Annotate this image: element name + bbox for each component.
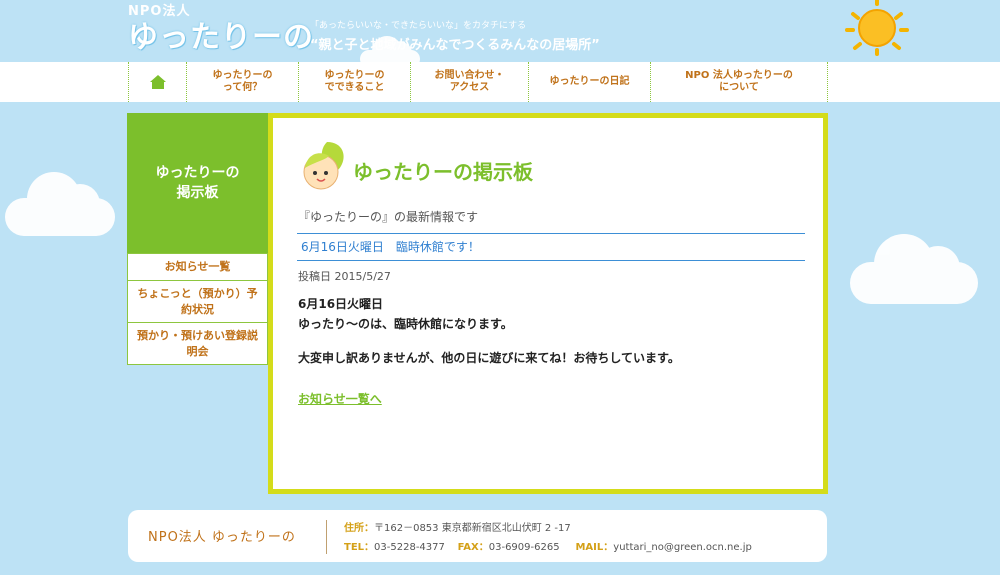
nav-item-about[interactable]: ゆったりーの って何？: [186, 62, 298, 102]
site-logo[interactable]: ゆったりーの: [128, 12, 314, 56]
nav-item-contact[interactable]: お問い合わせ・ アクセス: [410, 62, 528, 102]
sun-icon: [845, 0, 909, 56]
post-title[interactable]: 6月16日火曜日 臨時休館です！: [297, 233, 805, 261]
footer-mail-link[interactable]: yuttari_no@green.ocn.ne.jp: [613, 542, 752, 553]
cloud-decoration: [5, 172, 115, 236]
footer-contact: TEL：03-5228-4377 FAX：03-6909-6265 MAIL：y…: [344, 542, 752, 553]
post-body-line: 6月16日火曜日: [298, 297, 384, 311]
post-body-line: ゆったり〜のは、臨時休館になります。: [298, 317, 513, 331]
sidebar-title: ゆったりーの 掲示板: [127, 113, 268, 253]
back-to-news-link[interactable]: お知らせ一覧へ: [298, 390, 382, 407]
sidebar: ゆったりーの 掲示板 お知らせ一覧 ちょこっと（預かり）予約状況 預かり・預けあ…: [127, 113, 268, 365]
nav-item-npo[interactable]: NPO 法人ゆったりーの について: [650, 62, 828, 102]
mascot-icon: [303, 142, 344, 190]
sidebar-item-news[interactable]: お知らせ一覧: [127, 253, 268, 281]
footer-divider: [326, 520, 327, 554]
post-body-line: 大変申し訳ありませんが、他の日に遊びに来てね！お待ちしています。: [298, 351, 680, 365]
main-content: ゆったりーの掲示板 『ゆったりーの』の最新情報です 6月16日火曜日 臨時休館で…: [268, 113, 828, 494]
site-footer: NPO法人 ゆったりーの 住所：〒162－0853 東京都新宿区北山伏町 2 -…: [128, 510, 827, 562]
cloud-decoration: [850, 234, 978, 304]
site-header: NPO法人 ゆったりーの 「あったらいいな・できたらいいな」をカタチにする “親…: [0, 0, 1000, 62]
sidebar-item-seminar[interactable]: 預かり・預けあい登録説明会: [127, 323, 268, 365]
home-icon: [149, 75, 166, 89]
nav-item-services[interactable]: ゆったりーの でできること: [298, 62, 410, 102]
tagline-main: “親と子と地域がみんなでつくるみんなの居場所”: [310, 38, 600, 53]
post-body: 6月16日火曜日 ゆったり〜のは、臨時休館になります。 大変申し訳ありませんが、…: [298, 294, 680, 368]
global-nav: ゆったりーの って何？ ゆったりーの でできること お問い合わせ・ アクセス ゆ…: [0, 62, 1000, 102]
sidebar-item-reservation[interactable]: ちょこっと（預かり）予約状況: [127, 281, 268, 323]
page-subtitle: 『ゆったりーの』の最新情報です: [298, 210, 479, 224]
nav-item-diary[interactable]: ゆったりーの日記: [528, 62, 650, 102]
footer-address: 住所：〒162－0853 東京都新宿区北山伏町 2 -17: [344, 523, 571, 534]
page-title: ゆったりーの掲示板: [353, 160, 533, 184]
footer-fax: 03-6909-6265: [488, 542, 560, 553]
tagline-small: 「あったらいいな・できたらいいな」をカタチにする: [310, 21, 527, 31]
footer-tel: 03-5228-4377: [374, 542, 445, 553]
footer-org-name: NPO法人 ゆったりーの: [148, 530, 296, 545]
post-date: 投稿日 2015/5/27: [298, 270, 391, 283]
nav-home[interactable]: [128, 62, 186, 102]
